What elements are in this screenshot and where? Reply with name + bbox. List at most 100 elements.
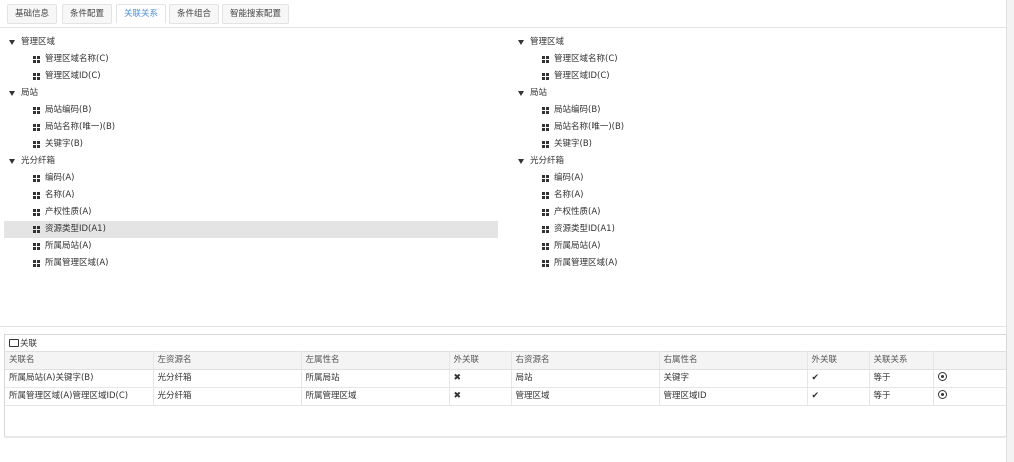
caret-down-icon[interactable] <box>9 40 15 45</box>
left-outer-cross-icon[interactable]: ✖ <box>449 369 512 388</box>
tab-condition-combo[interactable]: 条件组合 <box>169 4 220 24</box>
table-row[interactable]: 所属局站(A)关键字(B) 光分纤箱 所属局站 ✖ 局站 关键字 ✔ 等于 <box>5 369 1006 388</box>
relations-title: 关联 <box>9 338 37 350</box>
remove-relation-icon[interactable] <box>937 390 947 399</box>
tree-item[interactable]: 管理区域ID(C) <box>513 68 1003 85</box>
tree-group[interactable]: 管理区域 <box>513 34 1003 51</box>
tree-item[interactable]: 名称(A) <box>513 187 1003 204</box>
tree-item[interactable]: 管理区域ID(C) <box>4 68 498 85</box>
tree-item[interactable]: 关键字(B) <box>513 136 1003 153</box>
field-grid-icon <box>542 73 549 80</box>
tag-icon <box>9 339 19 347</box>
tree-group[interactable]: 管理区域 <box>4 34 498 51</box>
tree-item-label: 局站名称(唯一)(B) <box>45 122 116 132</box>
tree-item[interactable]: 所属局站(A) <box>4 238 498 255</box>
tree-item-label: 管理区域ID(C) <box>45 71 101 81</box>
cell-relation-name: 所属局站(A)关键字(B) <box>5 369 154 388</box>
table-row[interactable]: 所属管理区域(A)管理区域ID(C) 光分纤箱 所属管理区域 ✖ 管理区域 管理… <box>5 387 1006 406</box>
right-outer-check-icon[interactable]: ✔ <box>807 387 870 406</box>
tree-item[interactable]: 名称(A) <box>4 187 498 204</box>
tree-item-label: 所属管理区域(A) <box>554 258 618 268</box>
relations-table: 关联名 左资源名 左属性名 外关联 右资源名 右属性名 外关联 关联关系 所属局… <box>5 351 1006 406</box>
tree-item-label: 编码(A) <box>554 173 584 183</box>
tree-item[interactable]: 资源类型ID(A1) <box>513 221 1003 238</box>
left-outer-cross-icon[interactable]: ✖ <box>449 387 512 406</box>
tree-item-label: 关键字(B) <box>554 139 592 149</box>
tab-smart-search-config[interactable]: 智能搜索配置 <box>222 4 290 24</box>
tree-item-label: 管理区域ID(C) <box>554 71 610 81</box>
field-grid-icon <box>542 56 549 63</box>
remove-relation-icon[interactable] <box>937 372 947 381</box>
section-divider <box>0 326 1006 327</box>
tree-item-label: 产权性质(A) <box>554 207 601 217</box>
tree-item-label: 产权性质(A) <box>45 207 92 217</box>
field-grid-icon <box>542 260 549 267</box>
relations-title-label: 关联 <box>20 339 38 349</box>
field-grid-icon <box>33 209 40 216</box>
tree-item-label: 所属局站(A) <box>554 241 601 251</box>
tree-item[interactable]: 编码(A) <box>513 170 1003 187</box>
caret-down-icon[interactable] <box>9 91 15 96</box>
tree-group-label: 光分纤箱 <box>21 156 56 166</box>
tree-group-label: 局站 <box>530 88 548 98</box>
tree-item[interactable]: 所属局站(A) <box>513 238 1003 255</box>
tree-item-label: 管理区域名称(C) <box>554 54 618 64</box>
tab-bar: 基础信息 条件配置 关联关系 条件组合 智能搜索配置 <box>0 0 1014 28</box>
tree-item-label: 局站名称(唯一)(B) <box>554 122 625 132</box>
cell-relation-type: 等于 <box>869 369 934 388</box>
col-header-left-outer: 外关联 <box>449 351 512 370</box>
tree-group-label: 光分纤箱 <box>530 156 565 166</box>
tree-item[interactable]: 局站编码(B) <box>513 102 1003 119</box>
col-header-relation-type: 关联关系 <box>869 351 934 370</box>
tree-group[interactable]: 局站 <box>4 85 498 102</box>
tree-item[interactable]: 局站编码(B) <box>4 102 498 119</box>
caret-down-icon[interactable] <box>518 91 524 96</box>
tree-item[interactable]: 关键字(B) <box>4 136 498 153</box>
col-header-left-attr: 左属性名 <box>301 351 450 370</box>
cell-relation-type: 等于 <box>869 387 934 406</box>
tree-item[interactable]: 资源类型ID(A1) <box>4 221 498 238</box>
cell-left-attr: 所属管理区域 <box>301 387 450 406</box>
tree-item-label: 名称(A) <box>45 190 75 200</box>
tree-item-label: 管理区域名称(C) <box>45 54 109 64</box>
field-grid-icon <box>542 226 549 233</box>
tab-relations[interactable]: 关联关系 <box>116 4 167 24</box>
relations-panel: 关联 关联名 左资源名 左属性名 外关联 右资源名 右属性名 外关联 关联关系 … <box>4 334 1007 437</box>
tree-group[interactable]: 局站 <box>513 85 1003 102</box>
field-grid-icon <box>33 124 40 131</box>
tree-item[interactable]: 产权性质(A) <box>4 204 498 221</box>
right-outer-check-icon[interactable]: ✔ <box>807 369 870 388</box>
tab-basic-info[interactable]: 基础信息 <box>7 4 58 24</box>
col-header-right-outer: 外关联 <box>807 351 870 370</box>
tree-item[interactable]: 管理区域名称(C) <box>4 51 498 68</box>
col-header-actions <box>933 351 1006 370</box>
caret-down-icon[interactable] <box>518 159 524 164</box>
tab-condition-config[interactable]: 条件配置 <box>62 4 113 24</box>
tree-item[interactable]: 局站名称(唯一)(B) <box>513 119 1003 136</box>
tree-item[interactable]: 管理区域名称(C) <box>513 51 1003 68</box>
field-grid-icon <box>33 175 40 182</box>
tree-item[interactable]: 所属管理区域(A) <box>513 255 1003 272</box>
field-grid-icon <box>542 209 549 216</box>
tree-item[interactable]: 局站名称(唯一)(B) <box>4 119 498 136</box>
field-grid-icon <box>33 56 40 63</box>
tree-item-label: 关键字(B) <box>45 139 83 149</box>
horizontal-scrollbar[interactable] <box>4 436 1005 438</box>
cell-left-attr: 所属局站 <box>301 369 450 388</box>
caret-down-icon[interactable] <box>518 40 524 45</box>
tree-item-label: 资源类型ID(A1) <box>45 224 106 234</box>
tree-item[interactable]: 所属管理区域(A) <box>4 255 498 272</box>
tree-item[interactable]: 编码(A) <box>4 170 498 187</box>
cell-actions <box>933 369 1006 388</box>
tree-group-label: 局站 <box>21 88 39 98</box>
tree-group[interactable]: 光分纤箱 <box>513 153 1003 170</box>
caret-down-icon[interactable] <box>9 159 15 164</box>
tree-item[interactable]: 产权性质(A) <box>513 204 1003 221</box>
tree-group[interactable]: 光分纤箱 <box>4 153 498 170</box>
cell-right-resource: 局站 <box>511 369 660 388</box>
col-header-relation-name: 关联名 <box>5 351 154 370</box>
vertical-scrollbar[interactable] <box>1006 0 1014 462</box>
col-header-right-resource: 右资源名 <box>511 351 660 370</box>
field-grid-icon <box>33 73 40 80</box>
tree-item-label: 资源类型ID(A1) <box>554 224 615 234</box>
